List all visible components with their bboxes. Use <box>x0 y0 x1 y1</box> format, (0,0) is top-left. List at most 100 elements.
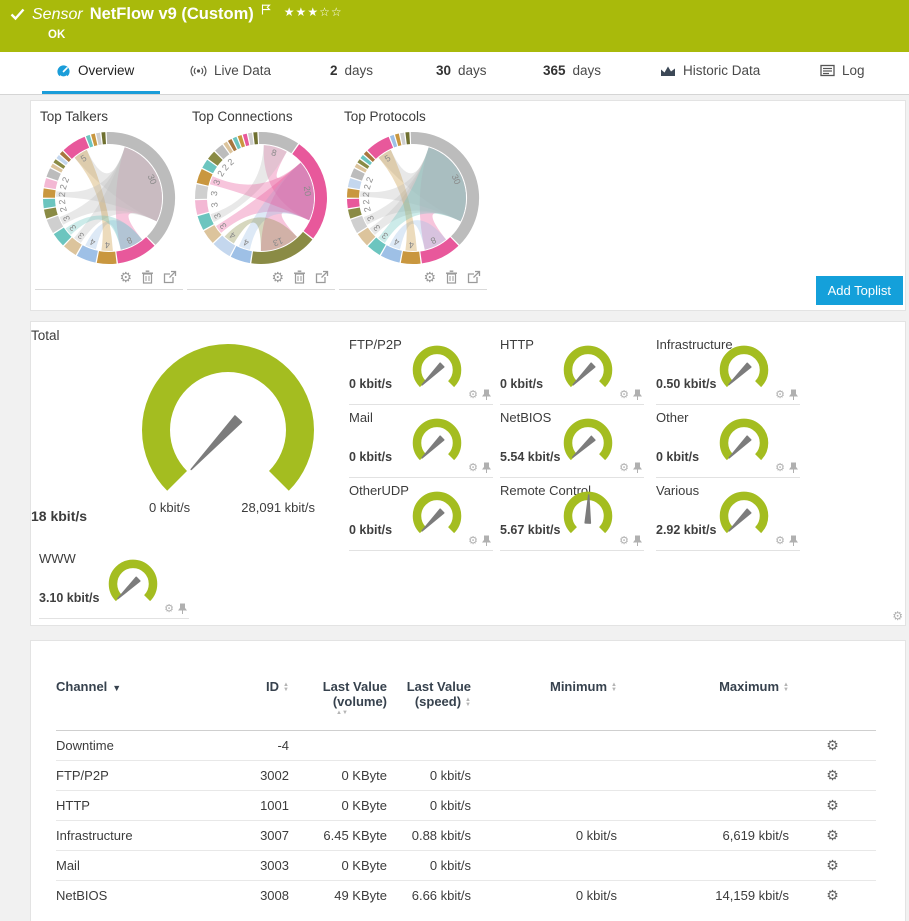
pin-icon[interactable] <box>482 535 491 547</box>
gauge-tile-total: Total 0 kbit/s 28,091 kbit/s 18 kbit/s ⚙ <box>31 322 333 522</box>
chord-value-label: 2 <box>361 192 371 198</box>
tab-log[interactable]: Log <box>820 63 865 94</box>
gauge-svg <box>407 488 467 542</box>
channel-settings-gear-icon[interactable]: ⚙ <box>826 737 839 753</box>
chord-segment <box>96 133 102 145</box>
sort-icon[interactable]: ▲▼ <box>297 711 387 716</box>
tab-30-days[interactable]: 30days <box>436 63 487 94</box>
gauge-value: 3.10 kbit/s <box>39 591 99 605</box>
chord-segment <box>347 199 360 208</box>
gauge-needle <box>727 509 750 532</box>
gauge-needle <box>420 509 443 532</box>
gear-icon[interactable]: ⚙ <box>468 463 478 474</box>
pin-icon[interactable] <box>178 603 187 615</box>
gear-icon[interactable]: ⚙ <box>619 463 629 474</box>
status-check-icon <box>10 8 25 21</box>
gauge-value: 0 kbit/s <box>349 523 392 537</box>
sort-desc-icon[interactable]: ▼ <box>112 683 121 693</box>
delete-icon[interactable] <box>141 270 154 284</box>
pin-icon[interactable] <box>633 389 642 401</box>
gear-icon[interactable]: ⚙ <box>892 610 903 622</box>
open-icon[interactable] <box>315 270 329 284</box>
chord-segment <box>43 188 56 197</box>
delete-icon[interactable] <box>445 270 458 284</box>
chord-chart[interactable]: 30844333222225 <box>343 128 483 268</box>
sort-icon[interactable]: ▲▼ <box>283 683 289 693</box>
gauge-needle <box>116 577 140 600</box>
tab-2-days[interactable]: 2days <box>330 63 373 94</box>
pin-icon[interactable] <box>633 535 642 547</box>
column-header-last-value[interactable]: Last Value(volume)▲▼ <box>293 673 391 731</box>
gauge-label: Mail <box>349 410 373 425</box>
gauge-value: 5.54 kbit/s <box>500 450 560 464</box>
table-row-ftp-p2p: FTP/P2P30020 KByte0 kbit/s⚙ <box>56 761 876 791</box>
chord-chart[interactable]: 820134433333222 <box>191 128 331 268</box>
gauge-tile-ftp-p2p: FTP/P2P0 kbit/s⚙ <box>349 332 493 405</box>
tab-overview[interactable]: Overview <box>42 63 160 94</box>
gauge-min-label: 0 kbit/s <box>149 500 190 515</box>
settings-gear-icon[interactable]: ⚙ <box>271 270 284 284</box>
channel-settings-gear-icon[interactable]: ⚙ <box>826 827 839 843</box>
channel-id: -4 <box>231 731 293 761</box>
gear-icon[interactable]: ⚙ <box>468 390 478 401</box>
column-header-id[interactable]: ID▲▼ <box>231 673 293 731</box>
gear-icon[interactable]: ⚙ <box>468 536 478 547</box>
gear-icon[interactable]: ⚙ <box>164 604 174 615</box>
last-value-volume: 6.45 KByte <box>293 821 391 851</box>
chord-segment <box>97 251 117 264</box>
gauge-icon <box>56 64 71 79</box>
gear-icon[interactable]: ⚙ <box>619 536 629 547</box>
column-header-last-value[interactable]: Last Value(speed)▲▼ <box>391 673 475 731</box>
table-row-downtime: Downtime-4⚙ <box>56 731 876 761</box>
open-icon[interactable] <box>467 270 481 284</box>
channels-panel: Channel▼ID▲▼Last Value(volume)▲▼Last Val… <box>30 640 906 921</box>
gauge-label: Other <box>656 410 689 425</box>
gear-icon[interactable]: ⚙ <box>775 536 785 547</box>
open-icon[interactable] <box>163 270 177 284</box>
sort-icon[interactable]: ▲▼ <box>465 698 471 708</box>
pin-icon[interactable] <box>789 535 798 547</box>
channel-settings-gear-icon[interactable]: ⚙ <box>826 887 839 903</box>
channel-id: 3002 <box>231 761 293 791</box>
gear-icon[interactable]: ⚙ <box>775 463 785 474</box>
tab-365-days[interactable]: 365days <box>543 63 601 94</box>
gauge-label: Total <box>31 328 60 343</box>
pin-icon[interactable] <box>482 462 491 474</box>
chord-segment <box>195 184 208 199</box>
column-header-maximum[interactable]: Maximum▲▼ <box>621 673 793 731</box>
channel-settings-gear-icon[interactable]: ⚙ <box>826 857 839 873</box>
chord-value-label: 2 <box>362 206 373 213</box>
column-header-minimum[interactable]: Minimum▲▼ <box>475 673 621 731</box>
flag-icon[interactable] <box>261 4 271 15</box>
add-toplist-button[interactable]: Add Toplist <box>816 276 903 305</box>
channel-settings-gear-icon[interactable]: ⚙ <box>826 767 839 783</box>
gauge-svg <box>714 415 774 469</box>
chord-chart[interactable]: 30844333222225 <box>39 128 179 268</box>
gear-icon[interactable]: ⚙ <box>775 390 785 401</box>
gauge-value: 2.92 kbit/s <box>656 523 716 537</box>
gauge-arc <box>156 358 300 481</box>
pin-icon[interactable] <box>633 462 642 474</box>
channel-settings-gear-icon[interactable]: ⚙ <box>826 797 839 813</box>
tab-live-data[interactable]: Live Data <box>190 63 271 94</box>
channel-actions: ⚙ <box>793 731 876 761</box>
column-header-channel[interactable]: Channel▼ <box>56 673 231 731</box>
settings-gear-icon[interactable]: ⚙ <box>423 270 436 284</box>
channels-table: Channel▼ID▲▼Last Value(volume)▲▼Last Val… <box>56 673 876 911</box>
delete-icon[interactable] <box>293 270 306 284</box>
pin-icon[interactable] <box>789 462 798 474</box>
sort-icon[interactable]: ▲▼ <box>783 683 789 693</box>
gauge-svg <box>558 415 618 469</box>
toplist-card-top-protocols: Top Protocols30844333222225⚙ <box>339 109 487 290</box>
tab-historic-data[interactable]: Historic Data <box>660 63 760 94</box>
pin-icon[interactable] <box>482 389 491 401</box>
maximum-value <box>621 761 793 791</box>
gear-icon[interactable]: ⚙ <box>619 390 629 401</box>
sort-icon[interactable]: ▲▼ <box>611 683 617 693</box>
toplist-toolbar: ⚙ <box>187 268 335 290</box>
pin-icon[interactable] <box>789 389 798 401</box>
priority-stars[interactable]: ★★★☆☆ <box>284 5 343 19</box>
chord-value-label: 2 <box>362 183 373 190</box>
minimum-value <box>475 791 621 821</box>
settings-gear-icon[interactable]: ⚙ <box>119 270 132 284</box>
